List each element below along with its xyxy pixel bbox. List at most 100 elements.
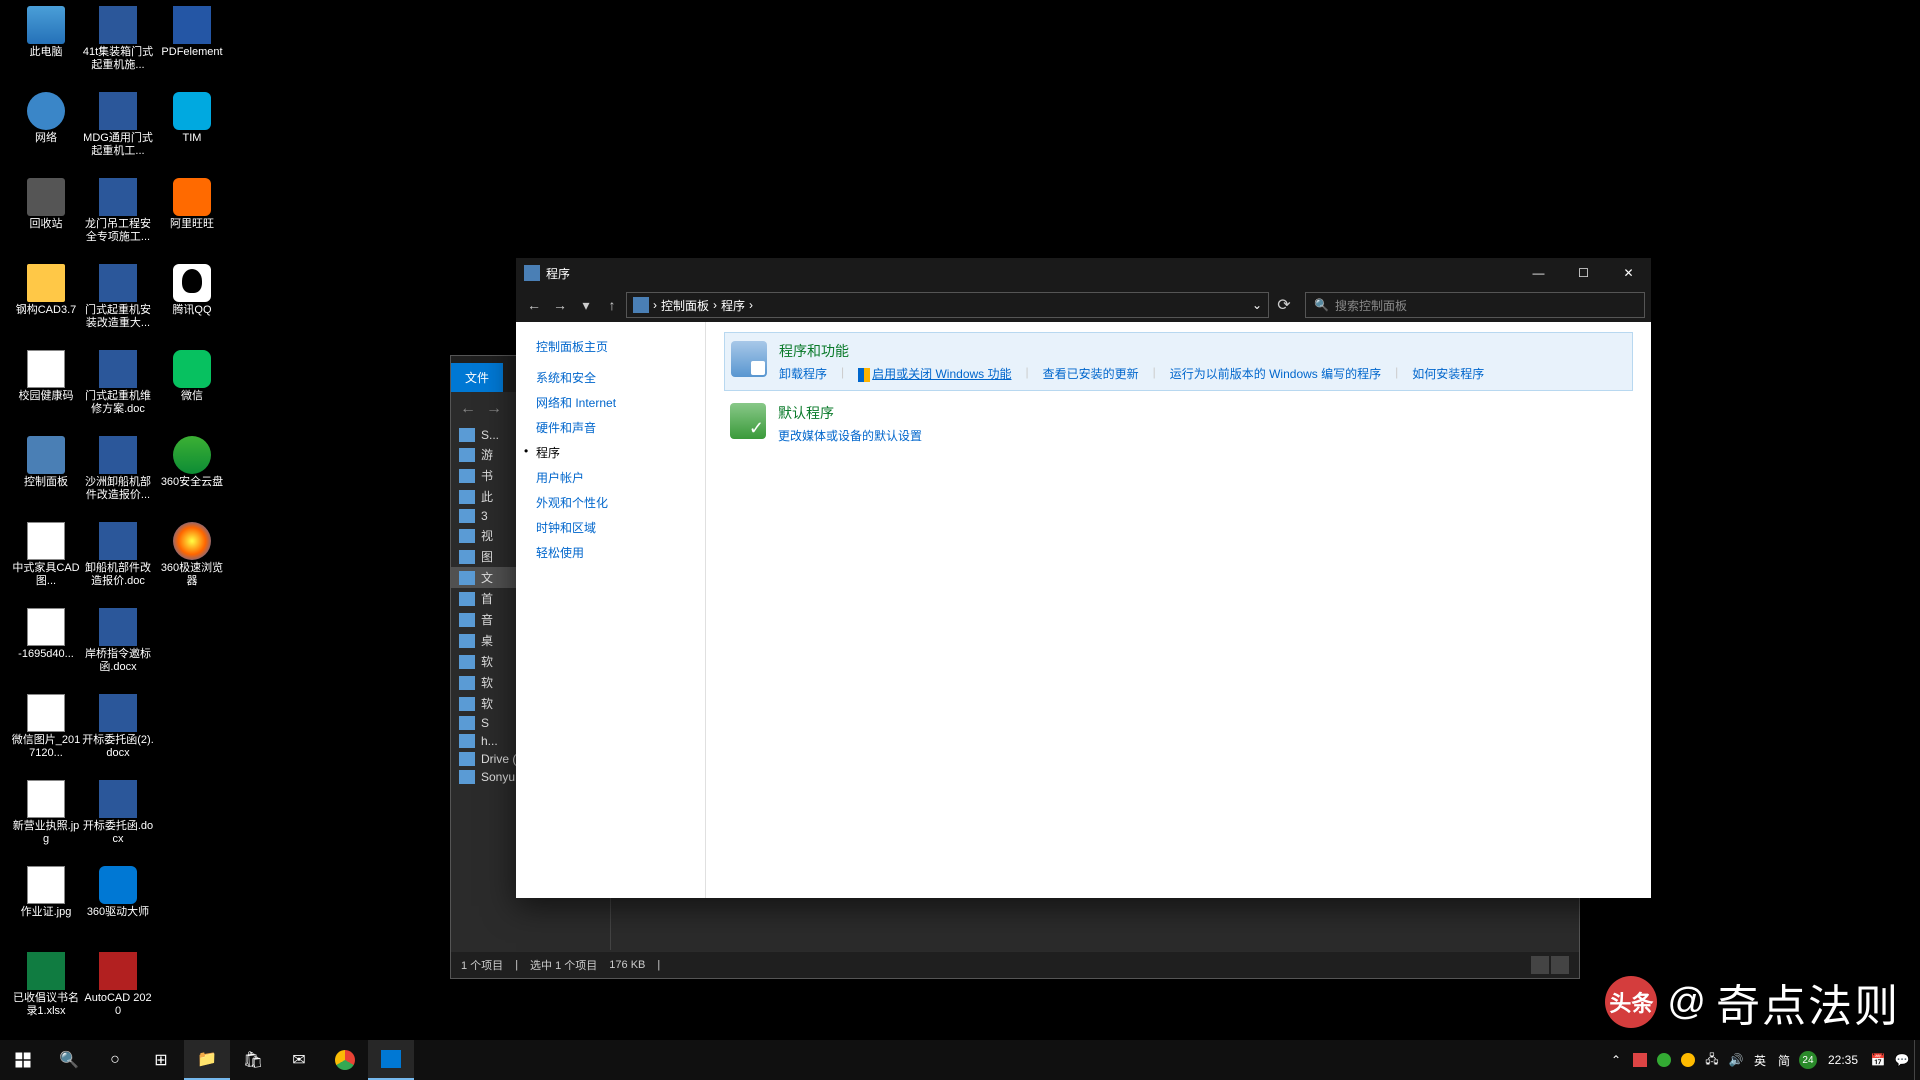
- desktop-icon[interactable]: 卸船机部件改造报价.doc: [82, 522, 154, 588]
- nav-dropdown-button[interactable]: ▾: [574, 293, 598, 317]
- link-media-defaults[interactable]: 更改媒体或设备的默认设置: [778, 427, 922, 444]
- nav-item[interactable]: 用户帐户: [516, 465, 705, 490]
- link-how-install[interactable]: 如何安装程序: [1412, 365, 1484, 382]
- file-icon: [99, 350, 137, 388]
- close-button[interactable]: ✕: [1606, 258, 1651, 288]
- tray-app-icon[interactable]: [1628, 1040, 1652, 1080]
- nav-back-button[interactable]: ←: [522, 293, 546, 317]
- section-title-default[interactable]: 默认程序: [778, 403, 922, 423]
- view-tiles-icon[interactable]: [1551, 956, 1569, 974]
- desktop-icon[interactable]: 沙洲卸船机部件改造报价...: [82, 436, 154, 502]
- explorer-tab-file[interactable]: 文件: [451, 363, 503, 392]
- desktop-icon[interactable]: 微信图片_2017120...: [10, 694, 82, 760]
- taskbar: 🔍 ○ ⊞ 📁 🛍 ✉ ⌃ 🖧 🔊 英 简 24 22:35 📅 💬: [0, 1040, 1920, 1080]
- cortana-button[interactable]: ○: [92, 1040, 138, 1080]
- desktop-icon[interactable]: 41t集装箱门式起重机施...: [82, 6, 154, 72]
- left-nav-header[interactable]: 控制面板主页: [516, 334, 705, 365]
- tray-app-icon[interactable]: [1676, 1040, 1700, 1080]
- nav-back-icon[interactable]: ←: [457, 398, 479, 420]
- desktop-icon[interactable]: 回收站: [10, 178, 82, 231]
- breadcrumb-item[interactable]: 程序: [721, 297, 745, 314]
- refresh-button[interactable]: ⟳: [1271, 292, 1297, 318]
- desktop-icon[interactable]: 龙门吊工程安全专项施工...: [82, 178, 154, 244]
- tray-ime-mode[interactable]: 简: [1772, 1040, 1796, 1080]
- desktop-icon[interactable]: -1695d40...: [10, 608, 82, 661]
- taskbar-store[interactable]: 🛍: [230, 1040, 276, 1080]
- breadcrumb-path[interactable]: › 控制面板 › 程序 › ⌄: [626, 292, 1269, 318]
- desktop-icon[interactable]: 已收倡议书名录1.xlsx: [10, 952, 82, 1018]
- desktop-icon[interactable]: 作业证.jpg: [10, 866, 82, 919]
- task-view-button[interactable]: ⊞: [138, 1040, 184, 1080]
- breadcrumb-dropdown-icon[interactable]: ⌄: [1252, 298, 1262, 312]
- tray-ime-lang[interactable]: 英: [1748, 1040, 1772, 1080]
- tray-network-icon[interactable]: 🖧: [1700, 1040, 1724, 1080]
- file-icon: [173, 178, 211, 216]
- icon-label: AutoCAD 2020: [82, 992, 154, 1018]
- link-windows-features[interactable]: 启用或关闭 Windows 功能: [872, 367, 1011, 381]
- nav-item[interactable]: 系统和安全: [516, 365, 705, 390]
- file-icon: [99, 694, 137, 732]
- nav-item[interactable]: 时钟和区域: [516, 515, 705, 540]
- tray-app-icon[interactable]: [1652, 1040, 1676, 1080]
- search-box[interactable]: 🔍 搜索控制面板: [1305, 292, 1645, 318]
- tray-action-center-icon[interactable]: 💬: [1890, 1040, 1914, 1080]
- link-compat[interactable]: 运行为以前版本的 Windows 编写的程序: [1170, 365, 1381, 382]
- desktop-icon[interactable]: 门式起重机维修方案.doc: [82, 350, 154, 416]
- desktop-icon[interactable]: 开标委托函(2).docx: [82, 694, 154, 760]
- nav-up-button[interactable]: ↑: [600, 293, 624, 317]
- desktop-icon[interactable]: 钢构CAD3.7: [10, 264, 82, 317]
- tray-volume-icon[interactable]: 🔊: [1724, 1040, 1748, 1080]
- link-view-updates[interactable]: 查看已安装的更新: [1043, 365, 1139, 382]
- taskbar-settings[interactable]: [368, 1040, 414, 1080]
- window-titlebar[interactable]: 程序 — ☐ ✕: [516, 258, 1651, 288]
- tray-overflow-icon[interactable]: ⌃: [1604, 1040, 1628, 1080]
- breadcrumb-item[interactable]: 控制面板: [661, 297, 709, 314]
- desktop-icon[interactable]: 腾讯QQ: [156, 264, 228, 317]
- status-divider: |: [515, 959, 518, 971]
- nav-item[interactable]: 轻松使用: [516, 540, 705, 565]
- show-desktop-button[interactable]: [1914, 1040, 1920, 1080]
- icon-label: 360安全云盘: [156, 476, 228, 489]
- icon-label: PDFelement: [156, 46, 228, 59]
- desktop-icon[interactable]: 中式家具CAD图...: [10, 522, 82, 588]
- nav-forward-button[interactable]: →: [548, 293, 572, 317]
- desktop-icon[interactable]: 新营业执照.jpg: [10, 780, 82, 846]
- nav-item[interactable]: 外观和个性化: [516, 490, 705, 515]
- folder-icon: [459, 716, 475, 730]
- view-details-icon[interactable]: [1531, 956, 1549, 974]
- file-icon: [27, 264, 65, 302]
- nav-item[interactable]: 网络和 Internet: [516, 390, 705, 415]
- tray-badge[interactable]: 24: [1796, 1040, 1820, 1080]
- taskbar-chrome[interactable]: [322, 1040, 368, 1080]
- desktop-icon[interactable]: 校园健康码: [10, 350, 82, 403]
- taskbar-mail[interactable]: ✉: [276, 1040, 322, 1080]
- nav-item[interactable]: 程序: [516, 440, 705, 465]
- nav-forward-icon[interactable]: →: [483, 398, 505, 420]
- desktop-icon[interactable]: 360安全云盘: [156, 436, 228, 489]
- tray-calendar-icon[interactable]: 📅: [1866, 1040, 1890, 1080]
- desktop-icon[interactable]: 门式起重机安装改造重大...: [82, 264, 154, 330]
- taskbar-explorer[interactable]: 📁: [184, 1040, 230, 1080]
- desktop-icon[interactable]: 360极速浏览器: [156, 522, 228, 588]
- start-button[interactable]: [0, 1040, 46, 1080]
- desktop-icon[interactable]: PDFelement: [156, 6, 228, 59]
- desktop-icon[interactable]: 微信: [156, 350, 228, 403]
- desktop-icon[interactable]: AutoCAD 2020: [82, 952, 154, 1018]
- nav-item[interactable]: 硬件和声音: [516, 415, 705, 440]
- link-uninstall[interactable]: 卸载程序: [779, 365, 827, 382]
- desktop-icon[interactable]: TIM: [156, 92, 228, 145]
- desktop-icon[interactable]: MDG通用门式起重机工...: [82, 92, 154, 158]
- desktop-icon[interactable]: 阿里旺旺: [156, 178, 228, 231]
- desktop-icon[interactable]: 网络: [10, 92, 82, 145]
- section-title-programs[interactable]: 程序和功能: [779, 341, 1484, 361]
- desktop-icon[interactable]: 开标委托函.docx: [82, 780, 154, 846]
- desktop-icon[interactable]: 此电脑: [10, 6, 82, 59]
- desktop-icon[interactable]: 控制面板: [10, 436, 82, 489]
- minimize-button[interactable]: —: [1516, 258, 1561, 288]
- search-button[interactable]: 🔍: [46, 1040, 92, 1080]
- maximize-button[interactable]: ☐: [1561, 258, 1606, 288]
- tray-clock[interactable]: 22:35: [1820, 1053, 1866, 1067]
- desktop-icon[interactable]: 360驱动大师: [82, 866, 154, 919]
- file-icon: [99, 178, 137, 216]
- desktop-icon[interactable]: 岸桥指令邀标函.docx: [82, 608, 154, 674]
